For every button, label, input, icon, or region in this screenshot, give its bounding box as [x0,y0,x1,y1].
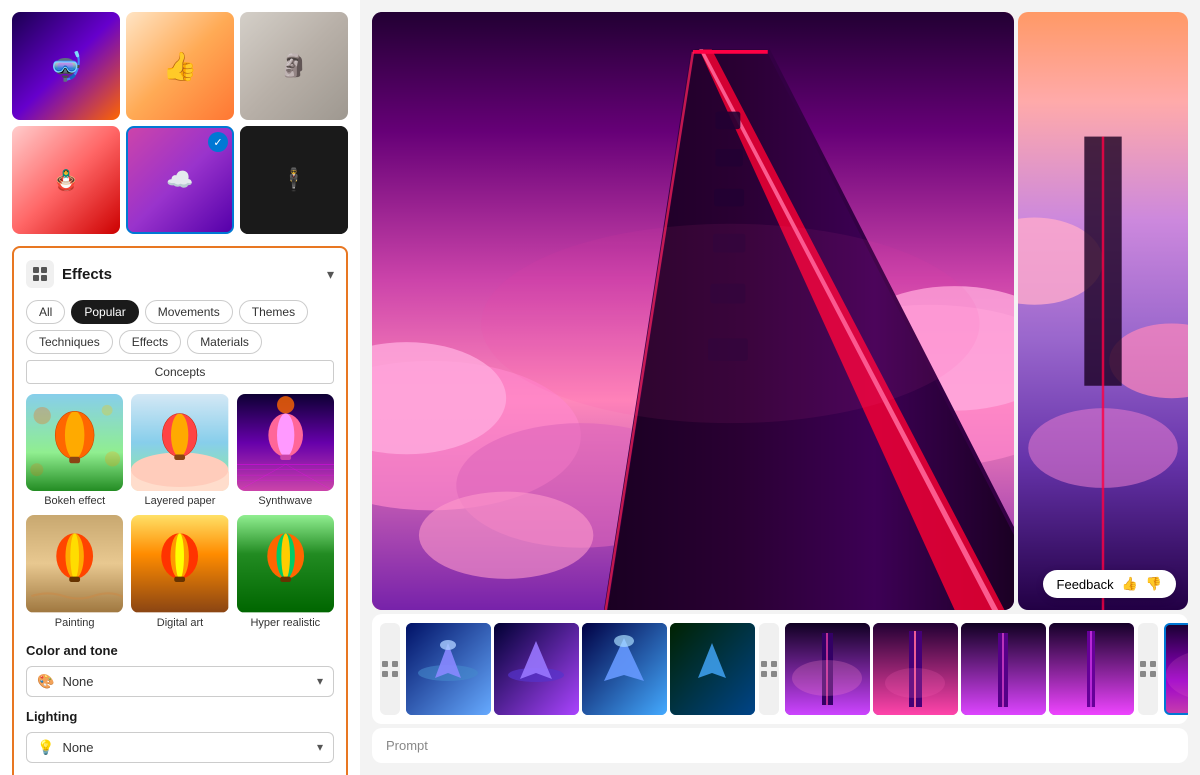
strip-thumb-9[interactable] [1164,623,1188,715]
thumbnail-6[interactable]: 🕴️ [240,126,348,234]
effect-card-layered-paper-label: Layered paper [145,495,216,507]
left-panel: 🤿 👍 🗿 🪆 ☁️ ✓ 🕴️ [0,0,360,775]
main-image-small[interactable]: Feedback 👍 👎 [1018,12,1188,610]
lighting-dropdown[interactable]: 💡 None ▾ [26,732,334,763]
filter-movements[interactable]: Movements [145,300,233,324]
thumbnail-5[interactable]: ☁️ ✓ [126,126,234,234]
effect-card-synthwave-img [237,394,334,491]
prompt-label[interactable]: Prompt [386,738,428,753]
main-images: Feedback 👍 👎 [360,0,1200,614]
thumbnail-3[interactable]: 🗿 [240,12,348,120]
effect-card-painting-label: Painting [55,617,95,629]
strip-group-2 [785,623,1134,715]
filter-effects[interactable]: Effects [119,330,181,354]
thumbnail-4[interactable]: 🪆 [12,126,120,234]
feedback-label: Feedback [1057,577,1114,592]
lighting-value: None [62,740,317,755]
effect-card-bokeh-label: Bokeh effect [44,495,105,507]
main-image-large[interactable] [372,12,1014,610]
strip-thumb-4[interactable] [670,623,755,715]
color-tone-icon: 🎨 [37,673,54,690]
strip-thumb-6[interactable] [873,623,958,715]
strip-thumb-8[interactable] [1049,623,1134,715]
effect-card-digital-art-label: Digital art [157,617,203,629]
color-tone-dropdown[interactable]: 🎨 None ▾ [26,666,334,697]
filter-techniques[interactable]: Techniques [26,330,113,354]
effect-card-hyper-realistic-img [237,515,334,612]
strip-group-1 [406,623,755,715]
lighting-arrow-icon: ▾ [317,740,323,754]
color-tone-arrow-icon: ▾ [317,674,323,688]
color-tone-title: Color and tone [26,643,334,658]
filter-themes[interactable]: Themes [239,300,308,324]
strip-thumb-1[interactable] [406,623,491,715]
effect-card-bokeh-img [26,394,123,491]
strip-group-2-action[interactable] [759,623,779,715]
filter-materials[interactable]: Materials [187,330,262,354]
effect-card-painting[interactable]: Painting [26,515,123,628]
effect-card-synthwave-label: Synthwave [258,495,312,507]
effect-cards: Bokeh effect [26,394,334,629]
strip-thumb-2[interactable] [494,623,579,715]
strip-thumb-7[interactable] [961,623,1046,715]
effects-header-left: Effects [26,260,112,288]
effect-card-painting-img [26,515,123,612]
effect-card-synthwave[interactable]: Synthwave [237,394,334,507]
effects-panel: Effects ▾ All Popular Movements Themes T… [12,246,348,775]
selected-check: ✓ [208,132,228,152]
effect-card-digital-art[interactable]: Digital art [131,515,228,628]
strip-thumb-3[interactable] [582,623,667,715]
thumbs-down-icon[interactable]: 👎 [1146,576,1162,592]
filter-tags: All Popular Movements Themes Techniques … [26,300,334,384]
prompt-bar: Prompt [372,728,1188,763]
effect-card-hyper-realistic[interactable]: Hyper realistic [237,515,334,628]
effect-card-digital-art-img [131,515,228,612]
effects-title: Effects [62,266,112,283]
effect-card-bokeh[interactable]: Bokeh effect [26,394,123,507]
right-content: Feedback 👍 👎 [360,0,1200,775]
thumbs-up-icon[interactable]: 👍 [1122,576,1138,592]
feedback-bar: Feedback 👍 👎 [1043,570,1176,598]
thumbnail-grid: 🤿 👍 🗿 🪆 ☁️ ✓ 🕴️ [12,12,348,234]
effect-card-hyper-realistic-label: Hyper realistic [250,617,320,629]
effect-card-layered-paper-img [131,394,228,491]
thumbnail-2[interactable]: 👍 [126,12,234,120]
filter-popular[interactable]: Popular [71,300,138,324]
lighting-icon: 💡 [37,739,54,756]
filter-all[interactable]: All [26,300,65,324]
strip-group-3 [1164,623,1188,715]
filter-concepts[interactable]: Concepts [26,360,334,384]
color-tone-value: None [62,674,317,689]
strip-thumb-5[interactable] [785,623,870,715]
thumbnail-strip [372,614,1188,724]
effects-header: Effects ▾ [26,260,334,288]
effect-card-layered-paper[interactable]: Layered paper [131,394,228,507]
effects-panel-icon [26,260,54,288]
strip-group-3-action[interactable] [1138,623,1158,715]
thumbnail-1[interactable]: 🤿 [12,12,120,120]
effects-chevron-icon[interactable]: ▾ [327,266,334,283]
strip-group-1-action[interactable] [380,623,400,715]
lighting-title: Lighting [26,709,334,724]
